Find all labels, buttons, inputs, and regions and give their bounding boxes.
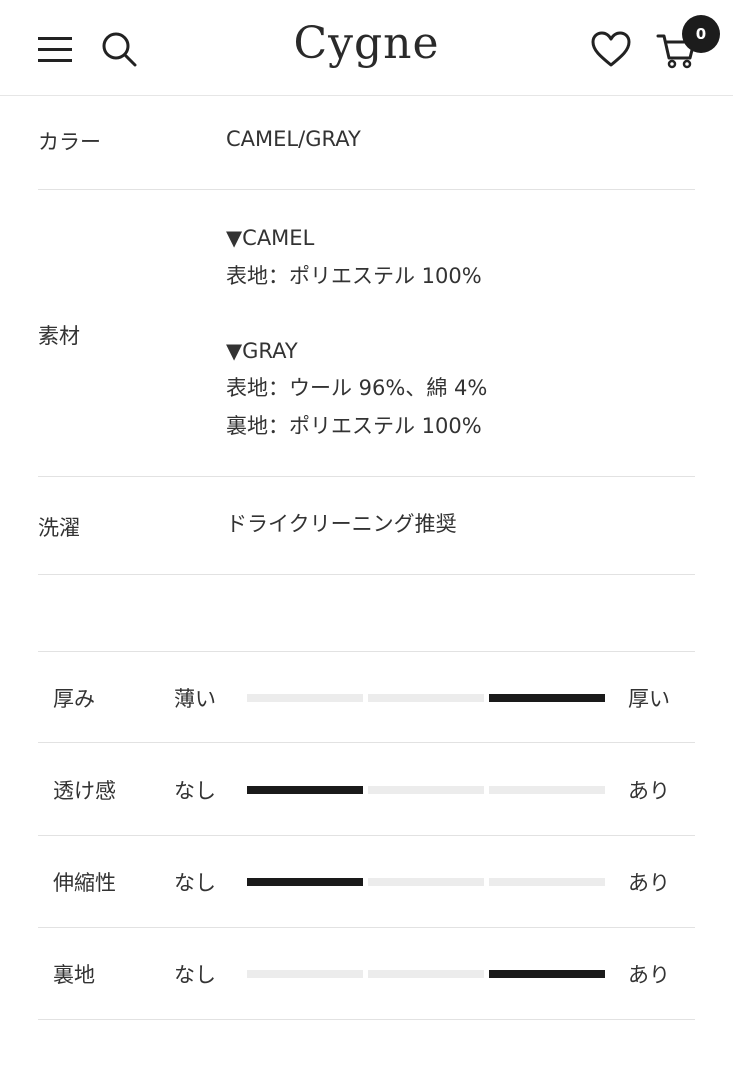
spec-label-color: カラー xyxy=(38,130,101,154)
rating-label: 透け感 xyxy=(53,779,116,803)
material-line: ▼CAMEL xyxy=(226,226,315,250)
rating-min-label: 薄い xyxy=(174,687,216,711)
rating-row-thickness: 厚み 薄い 厚い xyxy=(38,651,695,743)
rating-label: 伸縮性 xyxy=(53,871,116,895)
heart-icon[interactable] xyxy=(590,30,632,68)
rating-segment xyxy=(489,694,605,702)
spec-row-material: 素材 ▼CAMEL 表地：ポリエステル 100% ▼GRAY 表地：ウール 96… xyxy=(38,190,695,477)
rating-segment xyxy=(247,878,363,886)
spec-row-color: カラー CAMEL/GRAY xyxy=(38,96,695,190)
rating-max-label: あり xyxy=(628,963,670,987)
material-line: 表地：ウール 96%、綿 4% xyxy=(226,376,488,400)
rating-label: 厚み xyxy=(53,687,95,711)
rating-min-label: なし xyxy=(174,779,216,803)
rating-min-label: なし xyxy=(174,963,216,987)
rating-row-stretch: 伸縮性 なし あり xyxy=(38,836,695,928)
material-spacer xyxy=(226,295,487,333)
rating-segment xyxy=(368,878,484,886)
rating-min-label: なし xyxy=(174,871,216,895)
rating-segment xyxy=(489,786,605,794)
rating-bar xyxy=(247,786,607,794)
rating-row-transparency: 透け感 なし あり xyxy=(38,744,695,836)
site-header: Cygne 0 xyxy=(0,0,733,96)
rating-segment xyxy=(368,970,484,978)
material-line: 表地：ポリエステル 100% xyxy=(226,263,482,288)
rating-segment xyxy=(489,970,605,978)
rating-max-label: あり xyxy=(628,871,670,895)
cart-count-badge[interactable]: 0 xyxy=(682,15,720,53)
rating-bar xyxy=(247,970,607,978)
rating-segment xyxy=(368,786,484,794)
spec-label-material: 素材 xyxy=(38,324,80,348)
rating-segment xyxy=(489,878,605,886)
material-line: ▼GRAY xyxy=(226,338,298,363)
rating-max-label: 厚い xyxy=(628,687,670,711)
spec-label-washing: 洗濯 xyxy=(38,516,80,540)
rating-bar xyxy=(247,878,607,886)
spec-row-washing: 洗濯 ドライクリーニング推奨 xyxy=(38,477,695,575)
rating-bar xyxy=(247,694,607,702)
spec-value-material: ▼CAMEL 表地：ポリエステル 100% ▼GRAY 表地：ウール 96%、綿… xyxy=(226,220,487,445)
rating-max-label: あり xyxy=(628,779,670,803)
rating-segment xyxy=(247,970,363,978)
material-line: 裏地：ポリエステル 100% xyxy=(226,413,482,438)
rating-row-lining: 裏地 なし あり xyxy=(38,928,695,1020)
rating-segment xyxy=(247,694,363,702)
spec-value-washing: ドライクリーニング推奨 xyxy=(226,512,457,536)
rating-segment xyxy=(368,694,484,702)
spec-value-color: CAMEL/GRAY xyxy=(226,127,361,151)
rating-label: 裏地 xyxy=(53,963,95,987)
rating-segment xyxy=(247,786,363,794)
